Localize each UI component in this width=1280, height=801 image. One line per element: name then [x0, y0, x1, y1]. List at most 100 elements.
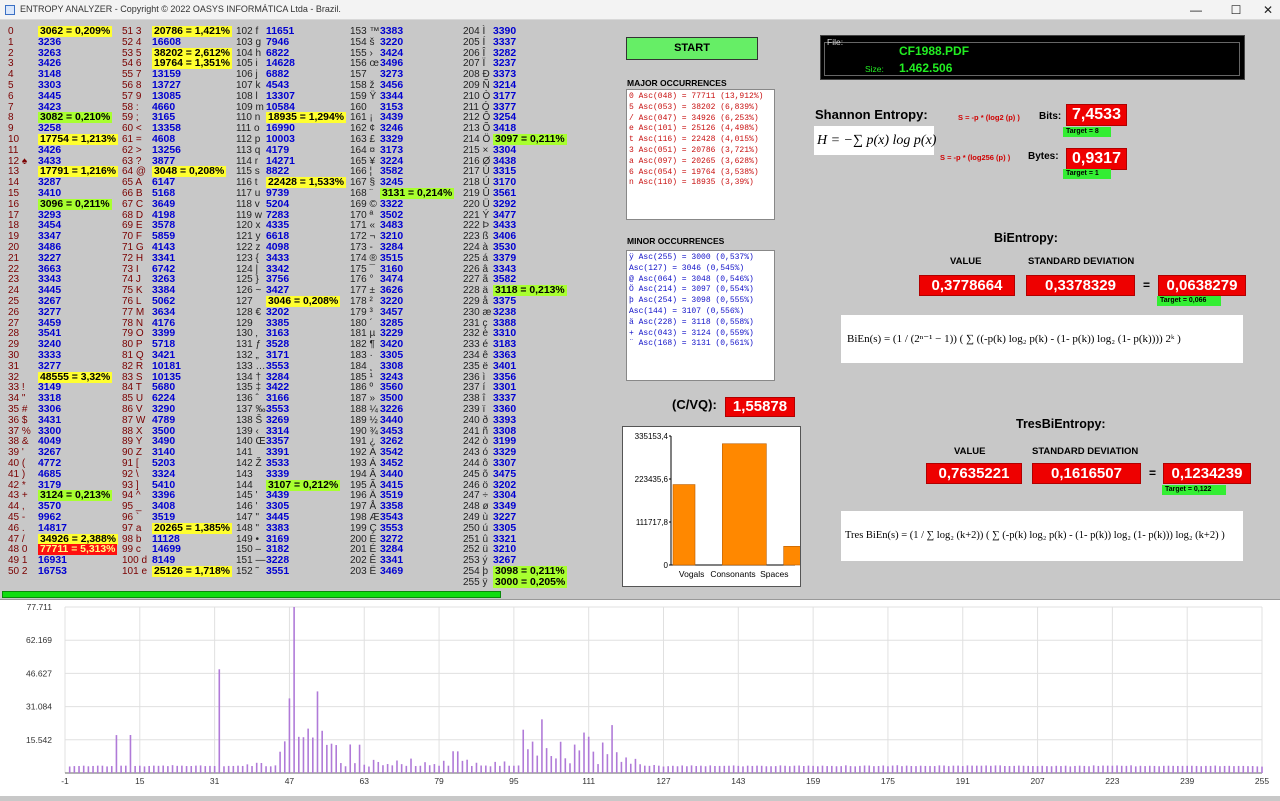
- minor-item[interactable]: Ö Asc(214) = 3097 (0,554%): [629, 285, 772, 296]
- y-tick-label: 0: [664, 561, 669, 570]
- byte-count: 3177: [493, 90, 517, 102]
- byte-count: 3000 = 0,205%: [493, 576, 568, 588]
- byte-count: 3227: [493, 512, 517, 523]
- byte-label: 254 þ: [463, 566, 489, 577]
- close-button[interactable]: ✕: [1248, 0, 1280, 20]
- y-tick-label: 77.711: [27, 602, 53, 612]
- byte-count: 3163: [266, 328, 290, 340]
- byte-row-18: 18 3454: [8, 220, 122, 231]
- start-button[interactable]: START: [626, 37, 758, 60]
- byte-row-28: 28 3541: [8, 328, 122, 339]
- byte-row-209: 209 Ñ 3214: [463, 80, 577, 91]
- major-item[interactable]: 6 Asc(054) = 19764 (3,538%): [629, 168, 772, 179]
- byte-label: 145 ': [236, 490, 258, 502]
- letter-class-chart: 335153,4 223435,6 111717,8 0 Vogals Consonant…: [622, 426, 806, 587]
- byte-label: 178 ²: [350, 296, 373, 307]
- byte-row-63: 63 ? 3877: [122, 156, 236, 167]
- byte-label: 239 ï: [463, 404, 486, 415]
- bytes-target: Target = 1: [1063, 169, 1111, 179]
- byte-count: 3406: [493, 231, 517, 243]
- y-tick-label: 111717,8: [636, 518, 669, 527]
- major-item[interactable]: / Asc(047) = 34926 (6,253%): [629, 114, 772, 125]
- major-item[interactable]: n Asc(110) = 18935 (3,39%): [629, 178, 772, 189]
- byte-label: 97 a: [122, 522, 142, 534]
- minor-item[interactable]: Asc(144) = 3107 (0,556%): [629, 307, 772, 318]
- byte-label: 79 O: [122, 328, 144, 340]
- minor-item[interactable]: ä Asc(228) = 3118 (0,558%): [629, 318, 772, 329]
- cvq-label: (C/VQ):: [672, 397, 717, 412]
- minimize-button[interactable]: —: [1176, 0, 1216, 20]
- byte-row-157: 157 3273: [350, 69, 464, 80]
- minor-item[interactable]: @ Asc(064) = 3048 (0,546%): [629, 275, 772, 286]
- byte-label: 60 <: [122, 123, 142, 135]
- major-item[interactable]: t Asc(116) = 22428 (4,015%): [629, 135, 772, 146]
- byte-count: 3385: [266, 317, 290, 329]
- byte-count: 10003: [266, 134, 295, 145]
- byte-row-78: 78 N 4176: [122, 318, 236, 329]
- byte-row-2: 2 3263: [8, 48, 122, 59]
- byte-row-178: 178 ² 3220: [350, 296, 464, 307]
- byte-label: 12 ♠: [8, 155, 28, 167]
- byte-count: 3273: [380, 69, 404, 81]
- byte-row-131: 131 ƒ 3528: [236, 339, 350, 350]
- byte-label: 129: [236, 317, 253, 329]
- major-item[interactable]: e Asc(101) = 25126 (4,498%): [629, 124, 772, 135]
- byte-label: 20: [8, 242, 20, 253]
- major-occurrences-list[interactable]: 0 Asc(048) = 77711 (13,912%) 5 Asc(053) =…: [626, 89, 775, 220]
- x-tick-label: 255: [1255, 776, 1269, 786]
- minor-occurrences-list[interactable]: ÿ Asc(255) = 3000 (0,537%) Asc(127) = 304…: [626, 250, 775, 381]
- byte-row-138: 138 Š 3269: [236, 415, 350, 426]
- x-tick-label: 175: [881, 776, 895, 786]
- byte-count: 6822: [266, 47, 290, 59]
- byte-row-223: 223 ß 3406: [463, 231, 577, 242]
- byte-row-244: 244 ô 3307: [463, 458, 577, 469]
- byte-count: 7946: [266, 36, 290, 48]
- byte-row-139: 139 ‹ 3314: [236, 426, 350, 437]
- x-tick-label: 239: [1180, 776, 1194, 786]
- byte-row-184: 184 ¸ 3308: [350, 361, 464, 372]
- byte-count: 3228: [266, 555, 290, 567]
- byte-label: 39 ': [8, 447, 24, 459]
- byte-count: 3358: [380, 501, 404, 513]
- byte-row-11: 11 3426: [8, 145, 122, 156]
- byte-count: 3420: [380, 339, 404, 351]
- major-item[interactable]: 5 Asc(053) = 38202 (6,839%): [629, 103, 772, 114]
- byte-count: 3496: [380, 58, 404, 70]
- minor-item[interactable]: ¨ Asc(168) = 3131 (0,561%): [629, 339, 772, 350]
- byte-count: 3360: [493, 404, 517, 415]
- byte-row-247: 247 ÷ 3304: [463, 490, 577, 501]
- byte-label: 15: [8, 188, 20, 199]
- byte-label: 21: [8, 252, 20, 264]
- minor-item[interactable]: + Asc(043) = 3124 (0,559%): [629, 329, 772, 340]
- major-item[interactable]: 0 Asc(048) = 77711 (13,912%): [629, 92, 772, 103]
- byte-row-62: 62 > 13256: [122, 145, 236, 156]
- byte-label: 13: [8, 166, 20, 178]
- file-legend: File:: [827, 37, 844, 47]
- minor-item[interactable]: ÿ Asc(255) = 3000 (0,537%): [629, 253, 772, 264]
- byte-row-8: 8 3082 = 0,210%: [8, 112, 122, 124]
- byte-row-215: 215 × 3304: [463, 145, 577, 156]
- y-tick-label: 223435,6: [635, 475, 669, 484]
- byte-row-75: 75 K 3384: [122, 285, 236, 296]
- byte-label: 103 g: [236, 36, 262, 48]
- byte-row-145: 145 ' 3439: [236, 490, 350, 501]
- byte-label: 233 é: [463, 339, 489, 351]
- byte-count: 14817: [38, 522, 67, 534]
- minor-item[interactable]: þ Asc(254) = 3098 (0,555%): [629, 296, 772, 307]
- byte-count: 3337: [493, 393, 517, 405]
- byte-label: 153 ™: [350, 26, 380, 37]
- byte-count: 3227: [38, 252, 62, 264]
- byte-label: 209 Ñ: [463, 80, 490, 91]
- byte-row-174: 174 ® 3515: [350, 253, 464, 264]
- byte-label: 18: [8, 220, 20, 232]
- major-item[interactable]: a Asc(097) = 20265 (3,628%): [629, 157, 772, 168]
- byte-label: 150 –: [236, 544, 262, 556]
- byte-row-224: 224 à 3530: [463, 242, 577, 253]
- minor-item[interactable]: Asc(127) = 3046 (0,545%): [629, 264, 772, 275]
- byte-label: 238 î: [463, 393, 486, 405]
- major-item[interactable]: 3 Asc(051) = 20786 (3,721%): [629, 146, 772, 157]
- byte-label: 138 Š: [236, 414, 263, 426]
- byte-row-148: 148 " 3383: [236, 523, 350, 534]
- byte-label: 2: [8, 47, 14, 59]
- byte-row-179: 179 ³ 3457: [350, 307, 464, 318]
